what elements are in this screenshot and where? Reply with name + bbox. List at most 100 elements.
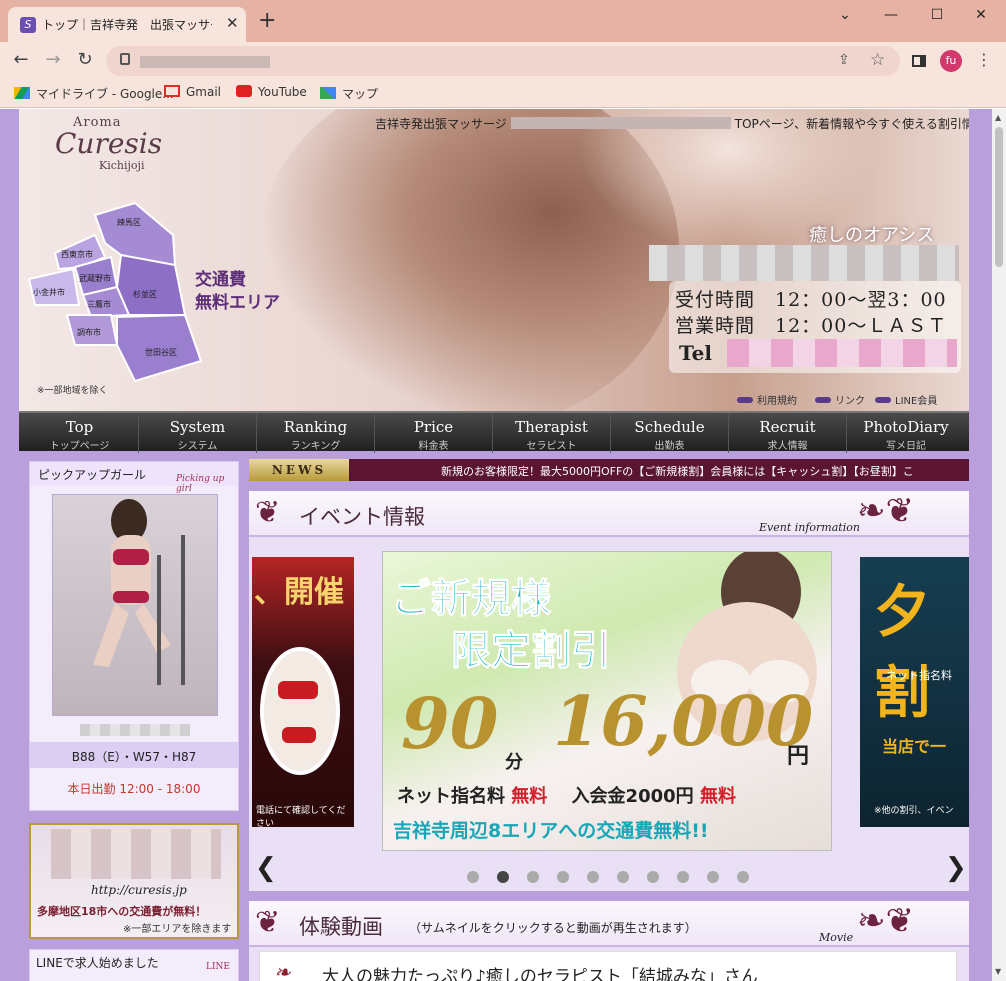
tagline-blurred (510, 117, 731, 129)
address-bar[interactable]: ⇪ ☆ (106, 46, 900, 76)
bookmark-star-icon[interactable]: ☆ (870, 50, 885, 70)
tab-search-icon[interactable]: ⌄ (822, 4, 868, 26)
nav-system[interactable]: System システム (139, 413, 257, 453)
event-slide-main[interactable]: ご新規様 限定割引 90 分 16,000 円 ネット指名料 無料 入会金200… (382, 551, 832, 851)
bookmark-label: マイドライブ - Google... (36, 87, 174, 101)
map-label-koganei: 小金井市 (33, 287, 65, 297)
links-link[interactable]: リンク (815, 392, 865, 407)
browser-tab-strip: S トップ｜吉祥寺発 出張マッサージ ✕ + ⌄ — ☐ ✕ (0, 0, 1006, 42)
line-recruit-box[interactable]: LINEで求人始めました LINE (29, 949, 239, 981)
link-label: 利用規約 (757, 396, 797, 407)
tab-close-icon[interactable]: ✕ (226, 14, 239, 32)
tab-title: トップ｜吉祥寺発 出張マッサージ (42, 18, 212, 32)
bookmark-youtube[interactable]: YouTube (236, 85, 307, 99)
news-label: NEWS (249, 459, 349, 481)
video-section: ❦ 体験動画 （サムネイルをクリックすると動画が再生されます） Movie ❧❦… (249, 901, 969, 981)
fee-free-2: 無料 (699, 786, 736, 807)
pickup-girl-card[interactable]: ピックアップガール Picking up girl B88（E）・W57・H87 (29, 461, 239, 811)
close-window-icon[interactable]: ✕ (958, 4, 1004, 26)
bookmark-label: マップ (342, 87, 379, 101)
line-member-link[interactable]: LINE会員 (875, 392, 937, 407)
carousel-dot[interactable] (527, 871, 539, 883)
banner-line1: 多摩地区18市への交通費が無料！ (37, 905, 207, 918)
forward-icon[interactable]: → (40, 48, 66, 72)
pickup-measurements: B88（E）・W57・H87 (71, 750, 197, 764)
event-header: ❦ イベント情報 Event information ❧❦ (249, 491, 969, 537)
fee-nomination: ネット指名料 (397, 786, 505, 807)
nav-en: PhotoDiary (863, 418, 949, 436)
pickup-title: ピックアップガール (38, 468, 147, 482)
youtube-icon (236, 85, 252, 97)
web-page: Aroma Curesis Kichijoji 吉祥寺発出張マッサージ TOPペー… (0, 109, 992, 981)
carousel-dot[interactable] (467, 871, 479, 883)
ornament-right-icon: ❧❦ (857, 491, 914, 531)
browser-menu-icon[interactable]: ⋮ (976, 50, 992, 69)
nav-top[interactable]: Top トップページ (21, 413, 139, 453)
site-logo[interactable]: Aroma Curesis Kichijoji (39, 115, 209, 185)
tagline-right: TOPページ、新着情報や今すぐ使える割引情報 (734, 117, 969, 131)
map-note: ※一部地域を除く (37, 386, 108, 396)
maximize-icon[interactable]: ☐ (914, 4, 960, 26)
nav-price[interactable]: Price 料金表 (375, 413, 493, 453)
scroll-up-icon[interactable]: ▲ (995, 113, 1001, 122)
transport-free-banner[interactable]: http://curesis.jp 多摩地区18市への交通費が無料！ ※一部エリ… (29, 823, 239, 939)
nav-en: Therapist (515, 418, 588, 436)
free-area-label: 交通費 無料エリア (195, 269, 280, 315)
bookmark-drive[interactable]: マイドライブ - Google... (14, 85, 174, 102)
nav-ranking[interactable]: Ranking ランキング (257, 413, 375, 453)
tel-label: Tel (679, 341, 712, 365)
share-icon[interactable]: ⇪ (838, 52, 850, 68)
scrollbar-thumb[interactable] (995, 127, 1003, 267)
carousel-dot[interactable] (587, 871, 599, 883)
side-panel-icon[interactable] (912, 55, 926, 67)
browser-tab[interactable]: S トップ｜吉祥寺発 出張マッサージ ✕ (8, 7, 246, 42)
carousel-prev-icon[interactable]: ❮ (255, 853, 277, 883)
bookmark-maps[interactable]: マップ (320, 85, 378, 102)
tel-number-blurred[interactable] (727, 339, 957, 367)
pickup-subtitle: Picking up girl (176, 474, 225, 494)
scroll-down-icon[interactable]: ▼ (995, 967, 1001, 976)
nav-therapist[interactable]: Therapist セラピスト (493, 413, 611, 453)
new-tab-icon[interactable]: + (258, 10, 276, 32)
video-item[interactable]: ❧ 大人の魅力たっぷり♪癒しのセラピスト「結城みな」さん (259, 951, 957, 981)
free-area-line2: 無料エリア (195, 293, 280, 313)
nav-en: Ranking (283, 418, 348, 436)
carousel-next-icon[interactable]: ❯ (945, 853, 967, 883)
reload-icon[interactable]: ↻ (72, 48, 98, 72)
back-icon[interactable]: ← (8, 48, 34, 72)
nav-recruit[interactable]: Recruit 求人情報 (729, 413, 847, 453)
carousel-dot[interactable] (497, 871, 509, 883)
hero-header: Aroma Curesis Kichijoji 吉祥寺発出張マッサージ TOPペー… (19, 109, 969, 412)
pickup-photo[interactable] (52, 494, 218, 716)
link-label: LINE会員 (895, 396, 938, 407)
minimize-icon[interactable]: — (868, 4, 914, 26)
carousel-dot[interactable] (707, 871, 719, 883)
event-slide-next[interactable]: 夕割 ネット指名料 当店で一 ※他の割引、イベン (860, 557, 969, 827)
carousel-dot[interactable] (677, 871, 689, 883)
service-area-map: 練馬区 西東京市 武蔵野市 小金井市 杉並区 三鷹市 調布市 世田谷区 (27, 201, 203, 383)
ornament-icon: ❦ (255, 495, 281, 530)
carousel-dot[interactable] (737, 871, 749, 883)
slide-prev-note: 電話にて確認してください (256, 806, 346, 829)
carousel-dot[interactable] (557, 871, 569, 883)
event-title: イベント情報 (299, 505, 425, 529)
slide-headline2: 限定割引 (451, 628, 612, 675)
global-nav: Top トップページ System システム Ranking ランキング Price 料… (19, 411, 969, 453)
terms-link[interactable]: 利用規約 (737, 392, 797, 407)
carousel-dot[interactable] (617, 871, 629, 883)
carousel-dot[interactable] (647, 871, 659, 883)
nav-schedule[interactable]: Schedule 出勤表 (611, 413, 729, 453)
event-slide-prev[interactable]: 、開催 電話にて確認してください (252, 557, 354, 829)
link-bullet-icon (815, 397, 831, 403)
news-text[interactable]: 新規のお客様限定！最大5000円OFFの【ご新規様割】会員様には【キャッシュ割】… (441, 463, 914, 479)
bookmark-gmail[interactable]: Gmail (164, 85, 221, 99)
logo-kichijoji: Kichijoji (99, 159, 145, 172)
banner-image-blurred (51, 829, 221, 879)
fee-free-1: 無料 (511, 786, 548, 807)
news-ticker: NEWS 新規のお客様限定！最大5000円OFFの【ご新規様割】会員様には【キャ… (249, 459, 969, 481)
profile-avatar[interactable]: fu (940, 50, 962, 72)
page-scrollbar[interactable]: ▲ ▼ (992, 109, 1006, 981)
bookmark-label: YouTube (258, 85, 307, 99)
nav-photodiary[interactable]: PhotoDiary 写メ日記 (847, 413, 965, 453)
pickup-header: ピックアップガール Picking up girl (30, 462, 238, 494)
